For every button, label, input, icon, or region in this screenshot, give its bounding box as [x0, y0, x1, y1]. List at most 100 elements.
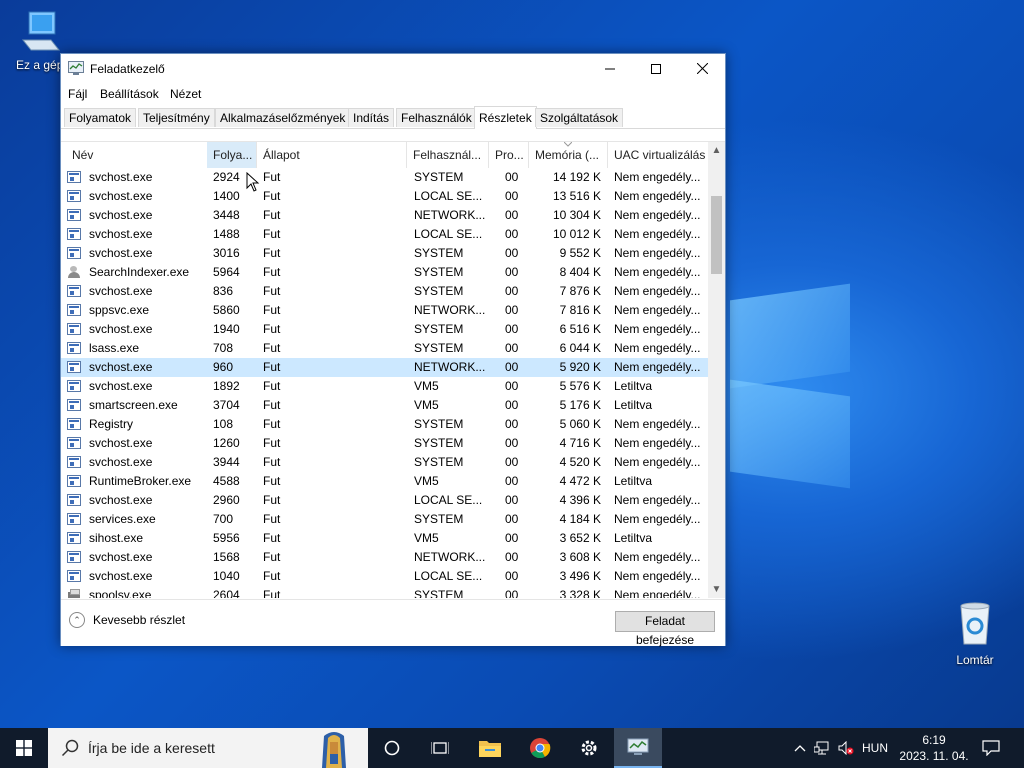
vertical-scrollbar[interactable]: ▲ ▼	[708, 142, 725, 598]
table-row[interactable]: Registry 108 Fut SYSTEM 00 5 060 K Nem engedél…	[61, 415, 708, 434]
cell-status: Fut	[263, 227, 281, 241]
tab-performance[interactable]: Teljesítmény	[138, 108, 215, 127]
cell-mem: 4 396 K	[559, 493, 601, 507]
cell-user: NETWORK...	[414, 360, 486, 374]
clock[interactable]: 6:19 2023. 11. 04.	[898, 732, 970, 764]
cell-status: Fut	[263, 265, 281, 279]
cell-uac: Nem engedély...	[614, 569, 701, 583]
scroll-up-icon[interactable]: ▲	[708, 142, 725, 159]
tab-services[interactable]: Szolgáltatások	[535, 108, 624, 127]
table-row[interactable]: svchost.exe 836 Fut SYSTEM 00 7 876 K Nem enge…	[61, 282, 708, 301]
task-view-cortana-button[interactable]	[368, 728, 416, 768]
cell-pid: 1488	[213, 227, 240, 241]
tab-startup[interactable]: Indítás	[348, 108, 395, 127]
chrome-button[interactable]	[516, 728, 564, 768]
column-header-user[interactable]: Felhasznál...	[407, 142, 489, 168]
cell-name: RuntimeBroker.exe	[89, 474, 192, 488]
menu-view[interactable]: Nézet	[170, 87, 201, 101]
cell-cpu: 00	[505, 455, 519, 469]
table-row[interactable]: svchost.exe 1940 Fut SYSTEM 00 6 516 K Nem eng…	[61, 320, 708, 339]
network-icon[interactable]	[814, 741, 830, 755]
task-manager-window[interactable]: Feladatkezelő Fájl Beállítások Nézet Fol…	[60, 53, 726, 647]
scroll-thumb[interactable]	[711, 196, 722, 274]
cell-cpu: 00	[505, 341, 519, 355]
title-bar[interactable]: Feladatkezelő	[61, 54, 725, 83]
table-row[interactable]: svchost.exe 2924 Fut SYSTEM 00 14 192 K Nem en…	[61, 168, 708, 187]
cell-name: svchost.exe	[89, 246, 153, 260]
language-indicator[interactable]: HUN	[862, 741, 888, 755]
file-explorer-button[interactable]	[466, 728, 514, 768]
desktop-icon-recycle-bin[interactable]: Lomtár	[940, 600, 1010, 667]
tab-details[interactable]: Részletek	[474, 106, 537, 129]
table-row[interactable]: SearchIndexer.exe 5964 Fut SYSTEM 00 8 404 K N…	[61, 263, 708, 282]
task-view-button[interactable]	[416, 728, 464, 768]
scroll-down-icon[interactable]: ▼	[708, 581, 725, 598]
table-row[interactable]: svchost.exe 960 Fut NETWORK... 00 5 920 K Nem …	[61, 358, 708, 377]
cell-status: Fut	[263, 303, 281, 317]
cell-mem: 10 304 K	[552, 208, 601, 222]
table-row[interactable]: sppsvc.exe 5860 Fut NETWORK... 00 7 816 K Nem …	[61, 301, 708, 320]
table-row[interactable]: svchost.exe 1488 Fut LOCAL SE... 00 10 012 K N…	[61, 225, 708, 244]
table-row[interactable]: svchost.exe 1260 Fut SYSTEM 00 4 716 K Nem eng…	[61, 434, 708, 453]
cell-cpu: 00	[505, 588, 519, 598]
cell-status: Fut	[263, 569, 281, 583]
table-row[interactable]: svchost.exe 3448 Fut NETWORK... 00 10 304 K Ne…	[61, 206, 708, 225]
cell-user: LOCAL SE...	[414, 189, 483, 203]
cell-status: Fut	[263, 189, 281, 203]
cell-name: svchost.exe	[89, 550, 153, 564]
table-row[interactable]: svchost.exe 3944 Fut SYSTEM 00 4 520 K Nem eng…	[61, 453, 708, 472]
cell-name: svchost.exe	[89, 322, 153, 336]
desktop-icon-this-pc[interactable]: Ez a gép	[6, 10, 76, 72]
cell-pid: 108	[213, 417, 234, 431]
column-header-status[interactable]: Állapot	[257, 142, 407, 168]
menu-bar: Fájl Beállítások Nézet	[61, 83, 725, 105]
task-manager-taskbar-button[interactable]	[614, 728, 662, 768]
table-row[interactable]: svchost.exe 1400 Fut LOCAL SE... 00 13 516 KN…	[61, 187, 708, 206]
menu-options[interactable]: Beállítások	[100, 87, 159, 101]
settings-button[interactable]	[565, 728, 613, 768]
table-row[interactable]: svchost.exe 1568 Fut NETWORK... 00 3 608 K Nem…	[61, 548, 708, 567]
tab-processes[interactable]: Folyamatok	[64, 108, 137, 127]
fewer-details-link[interactable]: ⌃ Kevesebb részlet	[69, 612, 185, 628]
table-row[interactable]: svchost.exe 1892 Fut VM5 00 5 576 K Letiltva	[61, 377, 708, 396]
cell-status: Fut	[263, 417, 281, 431]
action-center-button[interactable]	[968, 728, 1014, 768]
table-row[interactable]: services.exe 700 Fut SYSTEM 00 4 184 K Nem eng…	[61, 510, 708, 529]
cell-mem: 8 404 K	[559, 265, 601, 279]
column-header-pid[interactable]: Folya...	[207, 142, 257, 168]
cell-name: svchost.exe	[89, 208, 153, 222]
cell-mem: 4 520 K	[559, 455, 601, 469]
column-header-name[interactable]: Név	[66, 142, 207, 168]
table-row[interactable]: svchost.exe 1040 Fut LOCAL SE... 00 3 496 K Ne…	[61, 567, 708, 586]
menu-file[interactable]: Fájl	[68, 87, 87, 101]
column-header-cpu[interactable]: Pro...	[489, 142, 529, 168]
end-task-button[interactable]: Feladat befejezése	[615, 611, 715, 647]
cell-user: NETWORK...	[414, 208, 486, 222]
folder-icon	[479, 741, 501, 757]
cell-name: svchost.exe	[89, 436, 153, 450]
column-header-uac[interactable]: UAC virtualizálás	[608, 142, 708, 168]
start-button[interactable]	[0, 728, 48, 768]
mouse-cursor-icon	[246, 172, 260, 192]
table-row[interactable]: svchost.exe 3016 Fut SYSTEM 00 9 552 K Nem eng…	[61, 244, 708, 263]
table-row[interactable]: sihost.exe 5956 Fut VM5 00 3 652 K Letiltva	[61, 529, 708, 548]
table-row[interactable]: RuntimeBroker.exe 4588 Fut VM5 00 4 472 K Leti…	[61, 472, 708, 491]
taskbar-search-box[interactable]: Írja be ide a keresett	[48, 728, 368, 768]
chevron-up-icon[interactable]	[794, 744, 806, 752]
cell-status: Fut	[263, 170, 281, 184]
tab-app-history[interactable]: Alkalmazáselőzmények	[215, 108, 351, 127]
details-table[interactable]: Név Folya... Állapot Felhasznál... Pro..…	[61, 141, 725, 598]
cell-user: LOCAL SE...	[414, 227, 483, 241]
close-button[interactable]	[679, 54, 725, 83]
table-row[interactable]: svchost.exe 2960 Fut LOCAL SE... 00 4 396 K Ne…	[61, 491, 708, 510]
table-row[interactable]: spoolsv.exe 2604 Fut SYSTEM 00 3 328 K Nem eng…	[61, 586, 708, 598]
gear-icon	[581, 740, 597, 756]
table-row[interactable]: lsass.exe 708 Fut SYSTEM 00 6 044 K Nem engedé…	[61, 339, 708, 358]
tab-users[interactable]: Felhasználók	[396, 108, 477, 127]
table-row[interactable]: smartscreen.exe 3704 Fut VM5 00 5 176 K Letilt…	[61, 396, 708, 415]
chrome-icon	[530, 738, 551, 759]
minimize-button[interactable]	[587, 54, 633, 83]
cell-user: SYSTEM	[414, 170, 464, 184]
maximize-button[interactable]	[633, 54, 679, 83]
volume-muted-icon[interactable]	[838, 741, 854, 755]
